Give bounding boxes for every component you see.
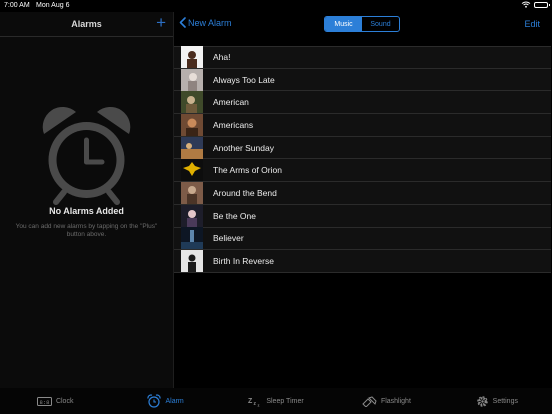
list-item[interactable]: The Arms of Orion xyxy=(174,159,551,183)
tab-alarm[interactable]: Alarm xyxy=(110,388,220,414)
status-date: Mon Aug 6 xyxy=(36,2,70,9)
tab-flashlight[interactable]: Flashlight xyxy=(331,388,441,414)
segment-music[interactable]: Music xyxy=(325,17,362,31)
list-item[interactable]: Be the One xyxy=(174,204,551,228)
song-title: Around the Bend xyxy=(213,187,277,198)
tab-clock[interactable]: 8:8 Clock xyxy=(0,388,110,414)
chevron-left-icon xyxy=(179,17,186,28)
song-title: Be the One xyxy=(213,210,257,221)
song-title: Americans xyxy=(213,119,254,130)
tab-label: Settings xyxy=(492,397,518,405)
album-art xyxy=(181,136,203,159)
album-art xyxy=(181,227,203,250)
tab-label: Clock xyxy=(55,397,74,405)
wifi-icon xyxy=(521,1,531,8)
alarms-header: Alarms + xyxy=(0,12,173,37)
status-time: 7:00 AM xyxy=(4,2,30,9)
tab-label: Sleep Timer xyxy=(266,397,304,405)
new-alarm-header: New Alarm Music Sound Edit xyxy=(174,12,552,36)
album-art xyxy=(181,159,203,182)
album-art xyxy=(181,181,203,204)
list-item[interactable]: Another Sunday xyxy=(174,136,551,160)
song-title: Aha! xyxy=(213,52,231,63)
svg-text:Z: Z xyxy=(248,398,253,405)
back-button[interactable]: New Alarm xyxy=(179,17,232,28)
alarms-title: Alarms xyxy=(71,19,102,29)
edit-button[interactable]: Edit xyxy=(524,19,540,29)
status-bar: 7:00 AM Mon Aug 6 xyxy=(0,0,552,12)
song-title: The Arms of Orion xyxy=(213,165,282,176)
alarms-pane: Alarms + No Alarms Added You can add new… xyxy=(0,12,174,388)
song-title: Always Too Late xyxy=(213,74,275,85)
album-art xyxy=(181,113,203,136)
song-title: Another Sunday xyxy=(213,142,274,153)
tab-label: Flashlight xyxy=(380,397,411,405)
svg-text:z: z xyxy=(254,401,257,407)
list-item[interactable]: Aha! xyxy=(174,46,551,69)
tab-sleep-timer[interactable]: Zzz Sleep Timer xyxy=(221,388,331,414)
status-indicators xyxy=(521,1,550,8)
tab-bar: 8:8 Clock Alarm Zzz Sleep Timer Flashlig… xyxy=(0,388,552,414)
album-art xyxy=(181,68,203,91)
album-art xyxy=(181,250,203,273)
list-item[interactable]: Around the Bend xyxy=(174,181,551,205)
album-art xyxy=(181,204,203,227)
source-segmented-control: Music Sound xyxy=(324,16,400,32)
tab-settings[interactable]: Settings xyxy=(442,388,552,414)
empty-state-message: You can add new alarms by tapping on the… xyxy=(15,223,158,238)
svg-text:8:8: 8:8 xyxy=(39,398,49,405)
list-item[interactable]: American xyxy=(174,91,551,115)
list-item[interactable]: Believer xyxy=(174,227,551,251)
segment-sound[interactable]: Sound xyxy=(362,17,399,31)
empty-state-title: No Alarms Added xyxy=(49,206,124,216)
song-title: Believer xyxy=(213,233,244,244)
alarm-clock-icon xyxy=(147,394,162,408)
add-alarm-button[interactable]: + xyxy=(156,14,166,32)
song-title: American xyxy=(213,97,249,108)
album-art xyxy=(181,46,203,69)
svg-text:z: z xyxy=(258,402,260,407)
song-title: Birth In Reverse xyxy=(213,256,274,267)
gear-icon xyxy=(476,395,489,408)
song-list: Aha! Always Too Late American Americans … xyxy=(174,46,551,273)
alarm-clock-icon xyxy=(42,106,131,205)
sleep-zzz-icon: Zzz xyxy=(248,396,262,407)
album-art xyxy=(181,91,203,114)
list-item[interactable]: Always Too Late xyxy=(174,68,551,92)
battery-icon xyxy=(534,1,550,8)
digital-clock-icon: 8:8 xyxy=(36,396,52,406)
list-item[interactable]: Americans xyxy=(174,113,551,137)
flashlight-icon xyxy=(362,395,377,407)
tab-label: Alarm xyxy=(165,397,184,405)
list-item[interactable]: Birth In Reverse xyxy=(174,250,551,273)
back-label: New Alarm xyxy=(188,17,232,28)
